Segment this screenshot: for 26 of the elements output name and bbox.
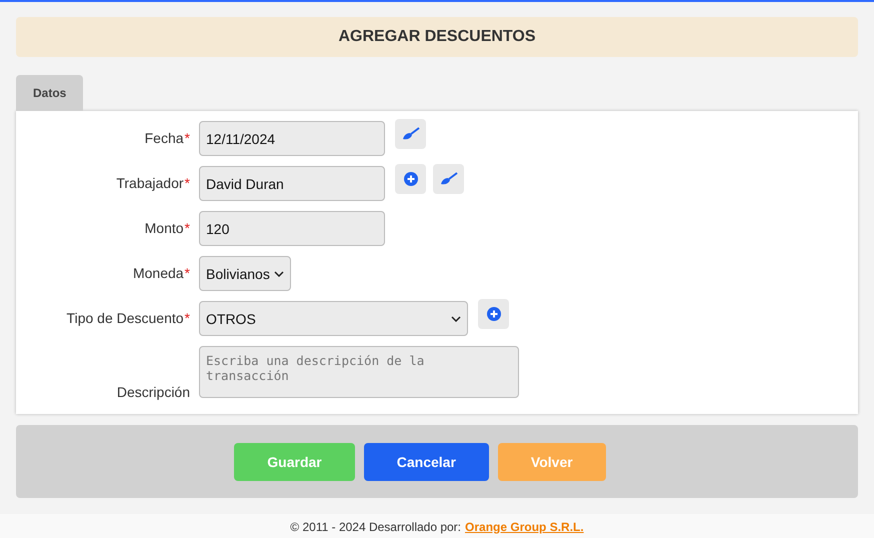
plus-circle-icon — [486, 307, 500, 321]
add-button[interactable] — [478, 299, 509, 329]
textarea-field[interactable]: Escriba una descripción de la transacción — [199, 346, 519, 398]
select-field[interactable]: OTROS — [199, 301, 468, 336]
input-field[interactable]: 120 — [199, 211, 385, 246]
add-button[interactable] — [395, 164, 426, 194]
field-label: Fecha* — [144, 129, 190, 148]
chevron-down-icon — [274, 270, 284, 276]
clear-button[interactable] — [433, 164, 464, 194]
field-label: Monto* — [144, 219, 190, 238]
field-label: Moneda* — [132, 264, 190, 283]
clear-button[interactable] — [395, 119, 426, 149]
field-label: Tipo de Descuento* — [66, 309, 190, 328]
page-title: AGREGAR DESCUENTOS — [338, 28, 536, 46]
broom-icon — [402, 127, 420, 141]
footer-text: © 2011 - 2024 Desarrollado por: — [290, 520, 462, 534]
field-label: Trabajador* — [115, 174, 190, 193]
select-field[interactable]: Bolivianos — [199, 256, 291, 291]
broom-icon — [440, 172, 458, 186]
action-button[interactable]: Cancelar — [364, 442, 489, 480]
input-field[interactable]: David Duran — [199, 166, 385, 201]
input-field[interactable]: 12/11/2024 — [199, 121, 385, 156]
tab[interactable]: Datos — [16, 75, 84, 111]
chevron-down-icon — [451, 316, 461, 322]
plus-circle-icon — [404, 172, 418, 186]
field-label: Descripción — [116, 384, 190, 400]
